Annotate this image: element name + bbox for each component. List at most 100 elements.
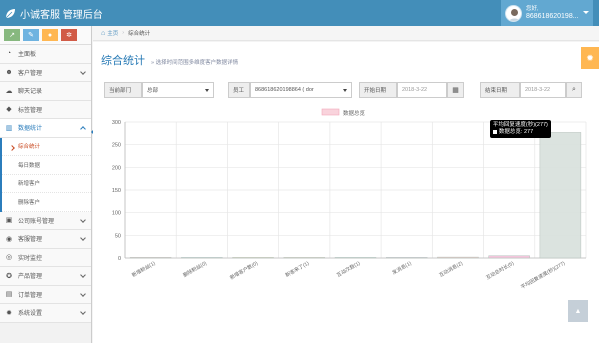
sidebar-item-products[interactable]: ✪ 产品管理 xyxy=(0,267,91,286)
x-tick-label: 新增粉丝(1) xyxy=(130,260,156,279)
x-tick-label: 发消息(1) xyxy=(391,260,413,277)
bar xyxy=(232,257,274,259)
bar-chart-icon: ▥ xyxy=(5,124,13,132)
scroll-up-button[interactable]: ▲ xyxy=(568,300,588,322)
breadcrumb-home-link[interactable]: 主页 xyxy=(107,29,118,37)
sidebar-item-tags[interactable]: ◆ 标签管理 xyxy=(0,100,91,119)
breadcrumb: ⌂ 主页 › 综合统计 xyxy=(93,26,599,41)
calendar-icon: ▦ xyxy=(452,87,459,94)
sidebar-item-label: 客户管理 xyxy=(18,70,43,77)
settings-icon: ✹ xyxy=(6,309,12,317)
dept-select[interactable]: 总部 xyxy=(142,82,214,98)
staff-label: 员工 xyxy=(228,82,250,98)
tooltip-swatch xyxy=(492,129,497,134)
sidebar-item-orders[interactable]: ▤ 订单管理 xyxy=(0,285,91,304)
breadcrumb-current: 综合统计 xyxy=(128,31,151,37)
chevron-down-icon xyxy=(80,272,86,278)
legend-label: 数据总览 xyxy=(343,109,366,117)
caret-down-icon xyxy=(583,11,589,14)
filter-bar: 当前部门 总部 员工 868618620198864 ( dor 开始日期 20… xyxy=(104,82,594,98)
bar xyxy=(334,257,377,259)
briefcase-icon: ▣ xyxy=(5,217,13,225)
sidebar-item-label: 公司账号管理 xyxy=(18,218,55,225)
product-icon: ✪ xyxy=(6,272,12,280)
brand[interactable]: 小诚客服 管理后台 xyxy=(5,6,103,21)
y-tick-label: 50 xyxy=(115,233,121,239)
sidebar-item-settings[interactable]: ✹ 系统设置 xyxy=(0,304,91,323)
top-navbar: 小诚客服 管理后台 您好, 868618620198... xyxy=(0,0,599,26)
page-header: 综合统计 选择时间范围多维度客户数据详情 xyxy=(101,52,238,68)
start-date-calendar-button[interactable]: ▦ xyxy=(447,82,464,98)
x-tick-label: 删除粉丝(0) xyxy=(182,260,208,279)
search-icon: ⌕ xyxy=(572,86,576,93)
page-subtitle: 选择时间范围多维度客户数据详情 xyxy=(151,58,239,66)
sidebar-item-label: 实时监控 xyxy=(18,255,43,262)
submenu-item-new-customers[interactable]: 新增客户 xyxy=(2,174,91,193)
y-tick-label: 0 xyxy=(118,256,121,262)
user-menu[interactable]: 您好, 868618620198... xyxy=(501,0,593,26)
shortcut-pencil-button[interactable]: ✎ xyxy=(23,29,39,41)
y-tick-label: 250 xyxy=(112,143,121,149)
sidebar-item-customers[interactable]: ☻ 客户管理 xyxy=(0,63,91,82)
sidebar-item-label: 数据统计 xyxy=(18,126,43,133)
x-tick-label: 互动总时长(5) xyxy=(485,260,516,282)
avatar xyxy=(505,4,522,22)
submenu-item-overview[interactable]: 综合统计 xyxy=(2,137,91,156)
submenu-item-label: 综合统计 xyxy=(18,144,41,151)
sidebar-item-company-accounts[interactable]: ▣ 公司账号管理 xyxy=(0,211,91,230)
shortcut-signal-button[interactable]: ↗ xyxy=(4,29,20,41)
dashboard-icon: ◔ xyxy=(6,50,12,58)
chart-legend: 数据总览 xyxy=(321,108,366,117)
users-icon: ☻ xyxy=(5,68,13,76)
sidebar-item-label: 标签管理 xyxy=(18,107,43,114)
chevron-down-icon xyxy=(80,290,86,297)
user-name: 868618620198... xyxy=(526,13,579,20)
sidebar-item-support-staff[interactable]: ◉ 客服管理 xyxy=(0,230,91,249)
sidebar-item-dashboard[interactable]: ◔ 主面板 xyxy=(0,45,91,64)
order-icon: ▤ xyxy=(5,291,13,299)
tooltip-line: 数据总览: 277 xyxy=(498,129,534,136)
end-date-label: 结束日期 xyxy=(480,82,520,98)
y-tick-label: 200 xyxy=(112,165,121,171)
sidebar-item-label: 客服管理 xyxy=(18,237,43,244)
bar xyxy=(488,255,530,259)
x-tick-label: 平均回复速度(秒)(277) xyxy=(520,260,567,291)
bar xyxy=(283,257,326,259)
tag-icon: ◆ xyxy=(6,106,12,114)
submenu-item-label: 删除客户 xyxy=(18,199,41,206)
comments-icon: ☁ xyxy=(5,87,13,95)
x-tick-label: 互动次数(1) xyxy=(335,260,361,279)
caret-down-icon xyxy=(343,89,347,92)
app-title: 小诚客服 管理后台 xyxy=(20,10,103,21)
x-tick-label: 新增客户数(0) xyxy=(229,260,260,282)
support-icon: ◉ xyxy=(5,235,13,243)
sidebar-item-label: 系统设置 xyxy=(18,311,43,318)
chevron-down-icon xyxy=(80,235,86,241)
user-greeting: 您好, xyxy=(526,6,539,12)
page-title: 综合统计 xyxy=(101,55,145,67)
settings-button[interactable]: ✹ xyxy=(581,47,599,69)
end-date-input[interactable]: 2018-3-22 xyxy=(520,82,566,98)
sidebar-item-chat-logs[interactable]: ☁ 聊天记录 xyxy=(0,82,91,101)
start-date-input[interactable]: 2018-3-22 xyxy=(397,82,447,98)
y-tick-label: 300 xyxy=(112,120,121,126)
shortcut-cogs-button[interactable]: ✲ xyxy=(61,29,77,41)
staff-select[interactable]: 868618620198864 ( dor xyxy=(250,82,352,98)
chart-tooltip: 平均回复速度(秒)(277) 数据总览: 277 xyxy=(489,120,551,139)
submenu-item-daily[interactable]: 每日数据 xyxy=(2,156,91,175)
home-icon[interactable]: ⌂ xyxy=(101,30,105,37)
sidebar-item-statistics[interactable]: ▥ 数据统计 xyxy=(0,119,91,138)
overview-chart: 数据总览 0 50 100 150 200 250 300 新增粉丝(1) 删除粉丝(0) 新增客户… xyxy=(93,106,599,306)
sidebar-item-label: 聊天记录 xyxy=(18,89,43,96)
chevron-down-icon xyxy=(80,309,86,315)
bar xyxy=(385,257,428,259)
signal-icon: ↗ xyxy=(9,32,15,39)
cogs-icon: ✲ xyxy=(66,32,72,39)
pencil-icon: ✎ xyxy=(28,32,34,39)
shortcut-users-button[interactable]: ● xyxy=(42,29,58,41)
submenu-item-deleted-customers[interactable]: 删除客户 xyxy=(2,193,91,212)
sidebar: ↗ ✎ ● ✲ ◔ 主面板 ☻ 客户管理 ☁ 聊天记录 ◆ 标签管理 ▥ 数据统… xyxy=(0,26,97,343)
search-button[interactable]: ⌕ xyxy=(566,82,582,98)
y-tick-label: 100 xyxy=(112,211,121,217)
sidebar-item-monitoring[interactable]: ◎ 实时监控 xyxy=(0,248,91,267)
